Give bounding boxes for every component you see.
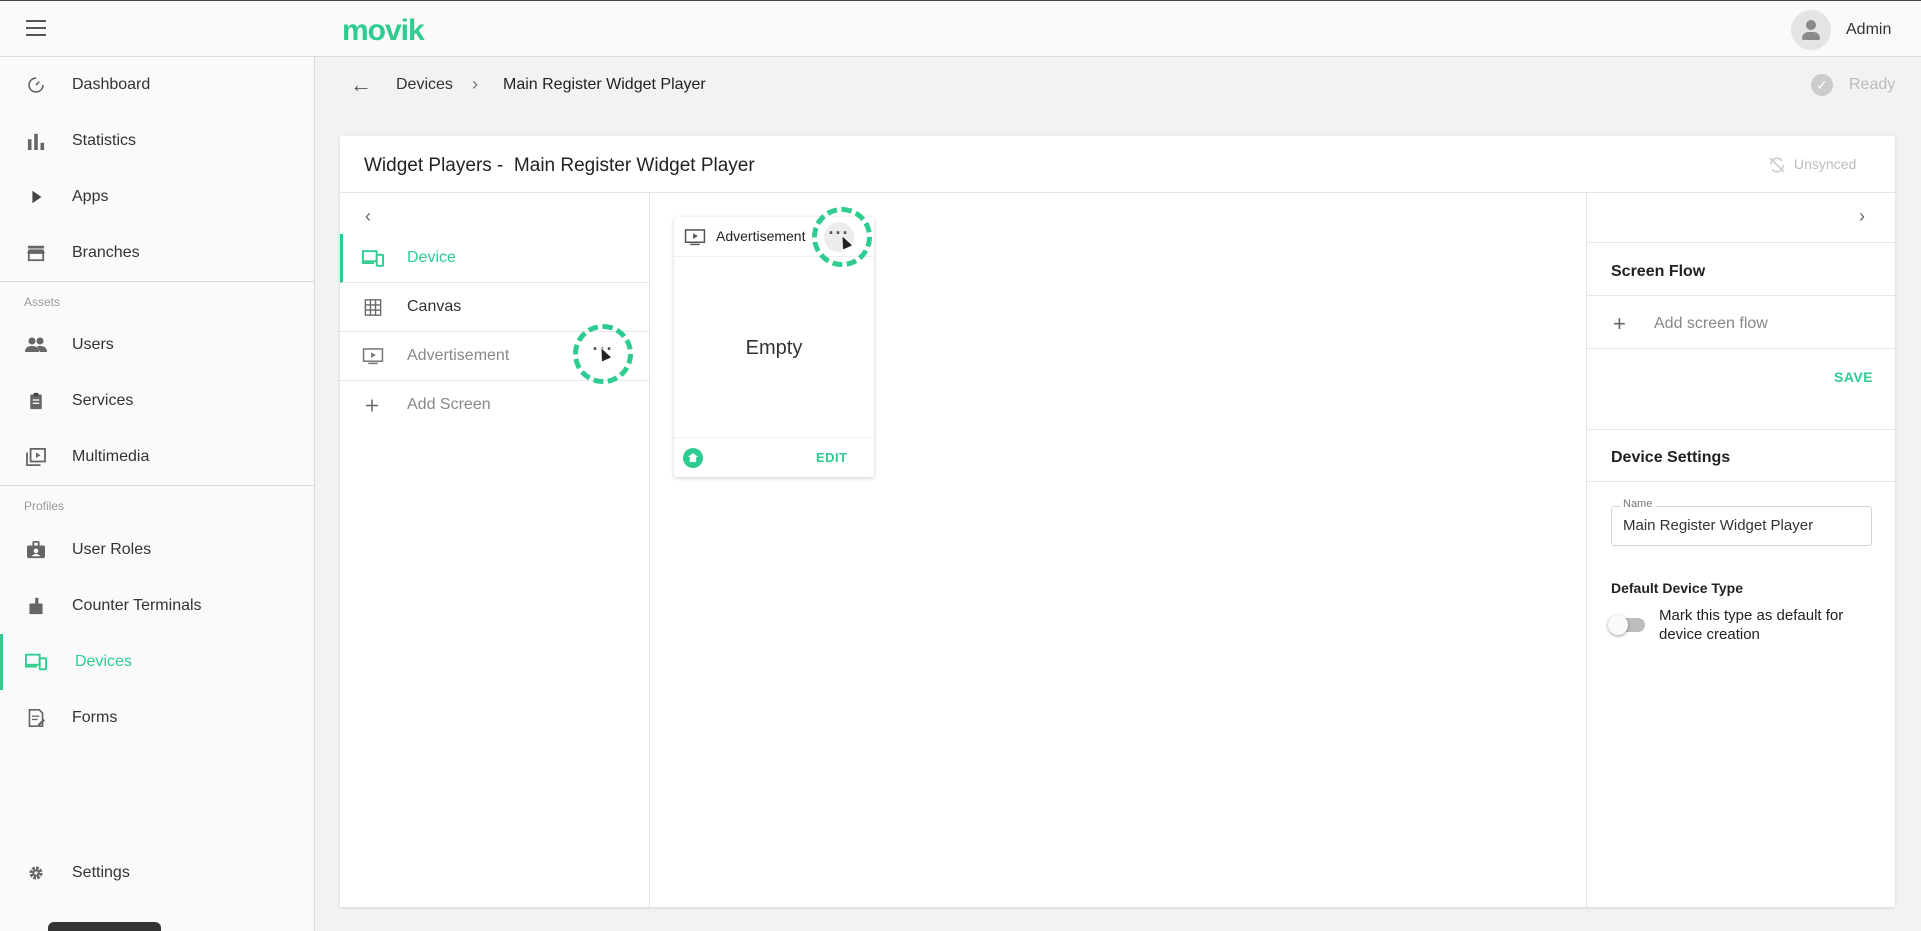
sidebar-item-services[interactable]: Services <box>0 373 314 429</box>
sidebar-item-label: Dashboard <box>72 76 151 93</box>
sidebar-item-label: Counter Terminals <box>72 597 202 614</box>
divider <box>1587 481 1896 482</box>
sidebar-item-label: User Roles <box>72 541 152 558</box>
sidebar-item-dashboard[interactable]: Dashboard <box>0 57 314 113</box>
sidebar: Dashboard Statistics Apps Branches Asset… <box>0 57 315 931</box>
divider <box>1587 429 1896 430</box>
empty-text: Empty <box>745 337 803 359</box>
play-icon <box>32 190 42 204</box>
plus-icon[interactable]: + <box>1613 311 1626 337</box>
devices-icon <box>25 653 47 671</box>
sidebar-item-devices[interactable]: Devices <box>0 634 314 690</box>
menu-icon[interactable] <box>26 20 46 36</box>
divider <box>1587 295 1896 296</box>
sidebar-item-label: Multimedia <box>72 448 150 465</box>
top-bar: movik Admin <box>0 0 1921 57</box>
devices-icon <box>362 250 384 267</box>
screen-item-label: Canvas <box>407 298 462 315</box>
sidebar-section-profiles: Profiles <box>24 499 65 513</box>
sidebar-item-label: Services <box>72 392 134 409</box>
chevron-right-icon: › <box>472 74 478 94</box>
breadcrumb-current: Main Register Widget Player <box>503 76 706 93</box>
name-field-label: Name <box>1620 498 1656 510</box>
sidebar-item-multimedia[interactable]: Multimedia <box>0 429 314 485</box>
tv-play-icon <box>684 229 706 246</box>
sidebar-item-label: Apps <box>72 188 109 205</box>
status-unsynced: Unsynced <box>1794 156 1857 172</box>
editor-card: Widget Players - Main Register Widget Pl… <box>340 136 1896 907</box>
divider <box>1587 242 1896 243</box>
screen-item-label: Advertisement <box>407 347 510 364</box>
name-field[interactable]: Name <box>1611 498 1872 546</box>
sidebar-item-branches[interactable]: Branches <box>0 225 314 281</box>
screen-flow-title: Screen Flow <box>1611 263 1706 280</box>
status-ready: Ready <box>1849 76 1896 93</box>
screens-panel: ‹ Device Canvas Advertisement ··· Add Sc… <box>340 193 650 907</box>
add-screen-button[interactable]: Add Screen <box>340 381 649 430</box>
chevron-right-icon[interactable]: › <box>1859 206 1865 227</box>
screen-item-label: Device <box>407 249 456 266</box>
sidebar-item-label: Branches <box>72 244 140 261</box>
device-settings-title: Device Settings <box>1611 449 1731 466</box>
home-icon <box>683 448 703 468</box>
sidebar-divider <box>0 281 314 282</box>
tv-play-icon <box>362 348 384 365</box>
add-screen-label: Add Screen <box>407 396 491 413</box>
sidebar-item-counter-terminals[interactable]: Counter Terminals <box>0 578 314 634</box>
preview-header: Advertisement ··· <box>674 207 874 267</box>
app-logo[interactable]: movik <box>342 14 425 48</box>
sidebar-item-forms[interactable]: Forms <box>0 690 314 746</box>
bar-chart-icon <box>27 133 45 150</box>
default-type-toggle[interactable] <box>1608 615 1645 635</box>
terminal-icon <box>29 597 43 615</box>
sidebar-item-label: Forms <box>72 709 118 726</box>
sidebar-section-assets: Assets <box>24 295 61 309</box>
default-type-toggle-label: Mark this type as default for device cre… <box>1659 607 1844 643</box>
dashboard-icon <box>28 77 44 93</box>
screen-item-advertisement[interactable]: Advertisement ··· <box>340 324 649 384</box>
sidebar-item-label: Settings <box>72 864 130 881</box>
save-button[interactable]: SAVE <box>1834 369 1873 385</box>
page-title: Widget Players - Main Register Widget Pl… <box>364 155 755 176</box>
gear-icon <box>29 866 43 880</box>
check-circle-icon: ✓ <box>1811 74 1833 96</box>
default-device-type-title: Default Device Type <box>1611 580 1744 596</box>
chevron-left-icon[interactable]: ‹ <box>365 206 371 227</box>
clipboard-icon <box>30 392 42 410</box>
sidebar-item-label: Devices <box>75 653 132 670</box>
sidebar-item-label: Users <box>72 336 114 353</box>
sync-disabled-icon <box>1769 157 1785 173</box>
preview-footer: EDIT <box>674 437 874 477</box>
edit-button[interactable]: EDIT <box>816 450 848 465</box>
badge-icon <box>27 541 45 559</box>
sidebar-item-user-roles[interactable]: User Roles <box>0 522 314 578</box>
store-icon <box>27 245 45 262</box>
back-arrow-icon[interactable]: ← <box>350 74 372 96</box>
plus-icon <box>366 399 378 412</box>
screen-preview-card[interactable]: Advertisement ··· Empty EDIT <box>674 207 874 477</box>
preview-title: Advertisement <box>716 228 806 244</box>
sidebar-item-settings[interactable]: Settings <box>0 845 314 901</box>
settings-panel: › Screen Flow + Add screen flow SAVE Dev… <box>1586 193 1896 907</box>
sidebar-item-label: Statistics <box>72 132 137 149</box>
add-screen-flow-button[interactable]: Add screen flow <box>1654 315 1768 333</box>
name-input[interactable] <box>1623 517 1863 534</box>
people-icon <box>25 337 47 352</box>
sidebar-item-apps[interactable]: Apps <box>0 169 314 225</box>
divider <box>1587 348 1896 349</box>
form-icon <box>28 709 45 727</box>
grid-icon <box>364 299 382 316</box>
sidebar-divider <box>0 485 314 486</box>
video-library-icon <box>26 448 46 466</box>
breadcrumb-devices[interactable]: Devices <box>396 76 453 94</box>
sidebar-item-statistics[interactable]: Statistics <box>0 113 314 169</box>
preview-body: Empty <box>674 257 874 437</box>
avatar[interactable] <box>1791 10 1831 50</box>
screen-item-device[interactable]: Device <box>340 234 649 283</box>
sidebar-item-users[interactable]: Users <box>0 317 314 373</box>
user-name[interactable]: Admin <box>1846 21 1891 39</box>
scroll-indicator[interactable] <box>48 922 161 931</box>
